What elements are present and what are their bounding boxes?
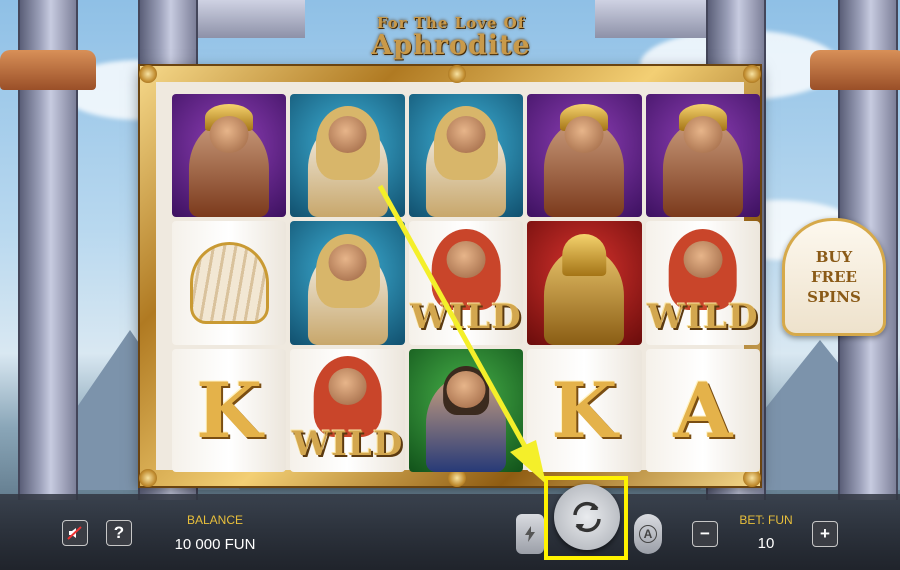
- sound-toggle-button[interactable]: [62, 520, 88, 546]
- bet-value: 10: [757, 535, 775, 552]
- question-icon: ?: [113, 523, 125, 542]
- speaker-muted-icon: [67, 526, 82, 540]
- balance-label: BALANCE: [186, 513, 244, 527]
- autoplay-icon: A: [639, 525, 657, 543]
- bet-label: BET: FUN: [739, 513, 793, 527]
- figure-head: [564, 116, 604, 154]
- info-button[interactable]: ?: [106, 520, 132, 546]
- symbol-hermes: [527, 94, 642, 218]
- figure-head: [446, 370, 486, 408]
- symbol-blonde-warrior: [290, 221, 405, 345]
- reel-frame: WILD WILD K WILD K A: [139, 65, 761, 487]
- wild-label: WILD: [291, 424, 404, 464]
- control-bar: [0, 494, 900, 570]
- minus-icon: −: [700, 524, 710, 543]
- figure-head: [328, 368, 368, 406]
- symbol-letter-a: A: [645, 348, 760, 472]
- symbol-golden-shell: [172, 221, 287, 345]
- figure-head: [328, 243, 368, 281]
- shell-icon: [189, 241, 269, 325]
- reel-grid: WILD WILD K WILD K A: [172, 94, 760, 472]
- bet-decrease-button[interactable]: −: [692, 521, 718, 547]
- symbol-bearded-god: [408, 348, 524, 472]
- figure-head: [683, 241, 723, 279]
- letter-a: A: [673, 365, 733, 455]
- turbo-button[interactable]: [516, 514, 544, 554]
- lightning-icon: [525, 526, 535, 542]
- logo-line2: Aphrodite: [371, 30, 531, 61]
- symbol-wild: WILD: [645, 221, 760, 345]
- figure-head: [446, 116, 486, 154]
- letter-k: K: [551, 365, 618, 455]
- column-capital: [0, 50, 96, 90]
- buy-line1: BUY: [815, 248, 853, 266]
- symbol-wild: WILD: [290, 348, 405, 472]
- letter-k: K: [196, 365, 263, 455]
- symbol-spartan: [527, 221, 642, 345]
- buy-free-spins-button[interactable]: BUY FREE SPINS: [782, 218, 886, 336]
- symbol-hermes: [172, 94, 287, 218]
- symbol-letter-k: K: [527, 348, 642, 472]
- spartan-helmet: [562, 233, 607, 276]
- figure-head: [683, 116, 723, 154]
- wild-label: WILD: [647, 296, 759, 337]
- rose-ornament: [139, 469, 157, 487]
- figure-head: [446, 241, 486, 279]
- figure-head: [328, 116, 368, 154]
- bet-increase-button[interactable]: +: [812, 521, 838, 547]
- spin-button-highlight: [544, 476, 628, 560]
- symbol-hermes: [645, 94, 760, 218]
- buy-line2: FREE: [811, 268, 857, 286]
- balance-value: 10 000 FUN: [174, 536, 256, 553]
- wild-label: WILD: [410, 296, 522, 337]
- symbol-blonde-warrior: [408, 94, 524, 218]
- rose-ornament: [448, 65, 466, 83]
- autoplay-button[interactable]: A: [634, 514, 662, 554]
- column-capital: [810, 50, 900, 90]
- symbol-letter-k: K: [172, 348, 287, 472]
- game-logo: For The Love Of Aphrodite: [338, 8, 564, 68]
- figure-head: [209, 116, 249, 154]
- rose-ornament: [139, 65, 157, 83]
- rose-ornament: [743, 65, 761, 83]
- symbol-wild: WILD: [408, 221, 524, 345]
- plus-icon: +: [820, 524, 830, 543]
- buy-line3: SPINS: [807, 288, 861, 306]
- symbol-blonde-warrior: [290, 94, 405, 218]
